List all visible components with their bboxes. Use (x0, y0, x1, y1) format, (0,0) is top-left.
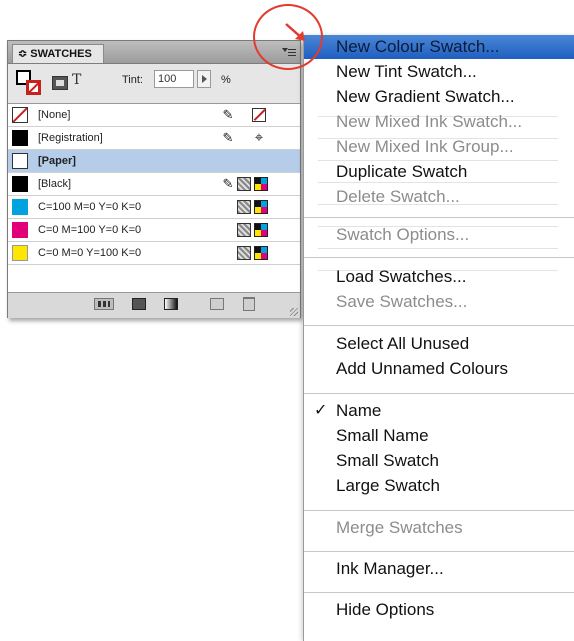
cmyk-icon (254, 223, 268, 237)
menu-item-new-tint-swatch[interactable]: New Tint Swatch... (304, 60, 574, 84)
menu-item-new-mixed-ink-swatch: New Mixed Ink Swatch... (336, 112, 523, 131)
swatch-list: [None] ✎ [Registration] ✎ ⌖ [Paper] [Bla… (8, 103, 300, 292)
swatch-chip-magenta (12, 222, 28, 238)
menu-item-add-unnamed-colours[interactable]: Add Unnamed Colours (304, 357, 574, 381)
tab-swatches[interactable]: ≎ SWATCHES (12, 44, 104, 63)
swatch-chip-none (12, 107, 28, 123)
process-color-icon (237, 177, 251, 191)
swatch-chip-cyan (12, 199, 28, 215)
swatch-row-magenta[interactable]: C=0 M=100 Y=0 K=0 (8, 219, 300, 242)
show-color-swatches-icon[interactable] (132, 298, 146, 310)
panel-footer (8, 292, 300, 318)
swatch-row-registration[interactable]: [Registration] ✎ ⌖ (8, 127, 300, 150)
show-all-swatches-icon[interactable] (94, 298, 114, 310)
menu-item-new-gradient-swatch[interactable]: New Gradient Swatch... (304, 85, 574, 109)
cannot-edit-icon: ✎ (222, 176, 234, 191)
tint-slider-arrow-icon[interactable] (197, 70, 211, 88)
swatch-chip-paper (12, 153, 28, 169)
tint-label: Tint: (122, 74, 143, 86)
annotation-arrow-icon (285, 23, 305, 41)
menu-item-label: Name (336, 401, 382, 420)
cmyk-icon (254, 246, 268, 260)
new-swatch-icon[interactable] (210, 298, 224, 310)
delete-swatch-icon[interactable] (243, 297, 255, 311)
menu-separator (304, 551, 574, 552)
swatch-chip-yellow (12, 245, 28, 261)
menu-item-large-swatch[interactable]: Large Swatch (304, 474, 574, 498)
process-color-icon (237, 223, 251, 237)
menu-item-hide-options[interactable]: Hide Options (304, 598, 574, 622)
formatting-affects-text-icon[interactable]: T (72, 72, 81, 88)
menu-separator (304, 510, 574, 511)
swatch-chip-black (12, 176, 28, 192)
swatch-chip-registration (12, 130, 28, 146)
menu-separator (304, 592, 574, 593)
swatch-label: C=0 M=0 Y=100 K=0 (38, 247, 142, 259)
menu-separator (304, 325, 574, 326)
menu-item-new-mixed-ink-group: New Mixed Ink Group... (336, 137, 514, 156)
swatch-label: [Paper] (38, 155, 76, 167)
menu-item-load-swatches[interactable]: Load Swatches... (304, 265, 574, 289)
stroke-box[interactable] (26, 80, 41, 95)
swatch-row-black[interactable]: [Black] ✎ (8, 173, 300, 196)
menu-item-new-colour-swatch[interactable]: New Colour Swatch... (304, 35, 574, 59)
menu-separator (304, 393, 574, 394)
resize-grip-icon[interactable] (290, 308, 298, 316)
tint-unit: % (221, 74, 231, 86)
none-color-icon (252, 108, 266, 122)
swatch-label: [Registration] (38, 132, 103, 144)
swatches-panel: ≎ SWATCHES T Tint: % [None] ✎ (7, 40, 301, 318)
registration-icon: ⌖ (254, 129, 264, 146)
swatch-label: [None] (38, 109, 71, 121)
cmyk-icon (254, 200, 268, 214)
process-color-icon (237, 200, 251, 214)
menu-item-name[interactable]: ✓ Name (304, 399, 574, 423)
cmyk-icon (254, 177, 268, 191)
swatch-row-cyan[interactable]: C=100 M=0 Y=0 K=0 (8, 196, 300, 219)
checkmark-icon: ✓ (314, 402, 328, 419)
menu-separator (304, 257, 574, 258)
swatches-toolbar: T Tint: % (8, 64, 300, 100)
swatch-label: C=100 M=0 Y=0 K=0 (38, 201, 142, 213)
menu-item-merge-swatches: Merge Swatches (336, 518, 463, 537)
menu-item-select-all-unused[interactable]: Select All Unused (304, 332, 574, 356)
menu-item-ink-manager[interactable]: Ink Manager... (304, 557, 574, 581)
cannot-edit-icon: ✎ (222, 107, 234, 122)
panel-flyout-menu: New Colour Swatch... New Tint Swatch... … (303, 35, 574, 641)
swatch-label: [Black] (38, 178, 72, 190)
tint-input[interactable] (154, 70, 194, 88)
menu-item-duplicate-swatch[interactable]: Duplicate Swatch (304, 160, 574, 184)
menu-item-save-swatches: Save Swatches... (336, 292, 468, 311)
swatch-label: C=0 M=100 Y=0 K=0 (38, 224, 142, 236)
cannot-edit-icon: ✎ (222, 130, 234, 145)
menu-separator (304, 217, 574, 218)
menu-item-delete-swatch: Delete Swatch... (336, 187, 460, 206)
fill-stroke-icon[interactable] (16, 70, 42, 96)
menu-item-small-swatch[interactable]: Small Swatch (304, 449, 574, 473)
swatch-row-yellow[interactable]: C=0 M=0 Y=100 K=0 (8, 242, 300, 265)
swatch-row-paper[interactable]: [Paper] (8, 150, 300, 173)
formatting-affects-container-icon[interactable] (52, 76, 68, 90)
swatch-row-none[interactable]: [None] ✎ (8, 104, 300, 127)
menu-item-swatch-options: Swatch Options... (336, 225, 470, 244)
process-color-icon (237, 246, 251, 260)
menu-item-small-name[interactable]: Small Name (304, 424, 574, 448)
show-gradient-swatches-icon[interactable] (164, 298, 178, 310)
